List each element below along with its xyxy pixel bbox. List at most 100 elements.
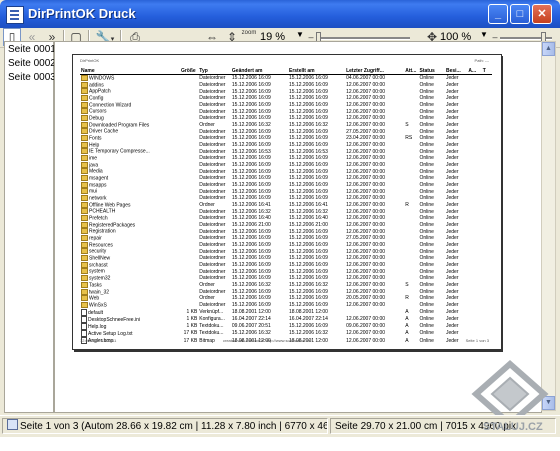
status-bar: Seite 1 von 3 (Autom 28.66 x 19.82 cm | …: [0, 415, 560, 438]
table-cell: 12.06.2007 00:00: [346, 241, 386, 248]
table-cell: 12.06.2007 00:00: [346, 221, 386, 228]
table-cell: 15.12.2006 16:09: [289, 195, 328, 202]
table-cell: Dateiordner: [199, 195, 226, 202]
table-cell: DesktopSchneeFree.ini: [80, 315, 180, 323]
table-cell: [180, 275, 198, 282]
scroll-up-button[interactable]: ▲: [542, 42, 555, 56]
table-cell: Dateiordner: [199, 288, 226, 295]
table-cell: Dateiordner: [199, 101, 226, 108]
page-list-item[interactable]: Seite 0002: [5, 56, 56, 70]
table-cell: [404, 228, 418, 235]
table-cell: [482, 289, 492, 296]
table-cell: 15.12.2006 16:40: [289, 215, 328, 222]
table-cell: srchasst: [80, 261, 180, 269]
page-zoom-dropdown-arrow[interactable]: ▼: [480, 30, 488, 39]
close-button[interactable]: ✕: [532, 4, 552, 24]
zoom-dropdown-arrow[interactable]: ▼: [296, 30, 304, 39]
page-list-item[interactable]: Seite 0001: [5, 42, 56, 56]
page-footer-left: 12.06.2007 13:23:11: [80, 338, 117, 343]
table-cell: Online: [419, 188, 434, 195]
table-cell: 15.12.2006 16:32: [289, 208, 328, 215]
table-row: system Dateiordner 15.12.2006 16:09 15.12.2…: [80, 268, 492, 275]
table-cell: 15.12.2006 16:09: [231, 235, 271, 242]
folder-icon: [81, 141, 88, 148]
watermark-text: STALUJ.CZ: [483, 421, 543, 433]
table-cell: 15.12.2006 16:09: [289, 228, 328, 235]
table-cell: RegisteredPackages: [80, 221, 180, 229]
minimize-icon: _: [494, 8, 502, 20]
table-cell: 12.06.2007 00:00: [346, 228, 386, 235]
table-cell: Web: [80, 295, 180, 302]
table-cell: R: [405, 201, 409, 208]
table-cell: [467, 289, 481, 296]
table-cell: 15.12.2006 16:09: [289, 75, 328, 82]
table-row: WINDOWS Dateiordner 15.12.2006 16:09 15.12.…: [80, 75, 492, 82]
table-cell: [467, 222, 481, 229]
table-cell: 12.06.2007 00:00: [346, 208, 386, 215]
table-cell: 15.12.2006 16:09: [289, 88, 328, 95]
table-cell: [180, 255, 198, 262]
table-cell: [467, 275, 481, 282]
table-cell: Jeder: [446, 101, 459, 108]
table-cell: Jeder: [446, 195, 459, 202]
table-cell: 12.06.2007 00:00: [346, 195, 386, 202]
table-cell: 15.12.2006 16:09: [289, 323, 328, 330]
table-cell: [482, 330, 492, 337]
table-cell: [482, 88, 492, 95]
table-cell: 15.12.2006 16:09: [231, 275, 271, 282]
table-cell: Debug: [80, 115, 180, 122]
page-list-item[interactable]: Seite 0003: [5, 70, 56, 84]
table-cell: S: [405, 121, 409, 128]
table-row: java Dateiordner 15.12.2006 16:09 15.12.200…: [80, 161, 492, 169]
file-icon: [81, 315, 87, 323]
table-cell: Dateiordner: [199, 208, 226, 215]
folder-icon: [81, 288, 88, 295]
table-cell: [180, 268, 198, 275]
table-cell: Dateiordner: [199, 175, 226, 182]
folder-icon: [81, 148, 88, 155]
folder-icon: [81, 168, 88, 175]
table-cell: [404, 148, 418, 155]
table-cell: [180, 222, 198, 229]
table-cell: WinSxS: [80, 301, 180, 309]
table-cell: Jeder: [446, 281, 459, 288]
table-cell: Jeder: [446, 155, 459, 162]
maximize-button[interactable]: □: [510, 4, 530, 24]
table-cell: [467, 102, 481, 109]
table-cell: 15.12.2006 16:09: [289, 135, 328, 142]
table-cell: [404, 115, 418, 122]
table-cell: 12.06.2007 00:00: [346, 181, 386, 188]
table-cell: S: [405, 281, 409, 288]
table-row: IE Temporary Compresse... Dateiordner 15.1…: [80, 148, 492, 155]
table-cell: Jeder: [446, 308, 459, 315]
table-row: Registration Dateiordner 15.12.2006 16:09 1…: [80, 228, 492, 235]
table-cell: 15.12.2006 16:09: [231, 135, 271, 142]
table-cell: [180, 142, 198, 149]
table-cell: [467, 188, 481, 195]
table-cell: [467, 202, 481, 209]
table-cell: Jeder: [446, 115, 459, 122]
table-cell: 12.06.2007 00:00: [346, 108, 386, 115]
table-row: Offline Web Pages Ordner 15.12.2006 16:41 1…: [80, 201, 492, 209]
table-cell: [467, 302, 481, 309]
table-cell: Online: [419, 195, 434, 202]
table-cell: Dateiordner: [199, 148, 226, 155]
table-row: repair Dateiordner 15.12.2006 16:09 15.12.2…: [80, 235, 492, 242]
table-cell: [404, 108, 418, 115]
table-cell: Dateiordner: [199, 275, 226, 282]
print-preview-window: DirPrintOK Druck _ □ ✕ ▯ « » ▢ 🔧▾ ⎙ ⇔ ⇕ …: [0, 0, 560, 451]
table-cell: Online: [419, 330, 434, 337]
table-row: ime Dateiordner 15.12.2006 16:09 15.12.2006…: [80, 155, 492, 162]
table-cell: Online: [419, 337, 434, 344]
table-cell: [467, 268, 481, 275]
folder-icon: [81, 128, 88, 135]
table-cell: 15.12.2006 16:09: [231, 108, 271, 115]
table-cell: Prefetch: [80, 215, 180, 222]
table-cell: 12.06.2007 00:00: [346, 215, 386, 222]
table-cell: [404, 162, 418, 169]
table-cell: 15.12.2006 16:09: [289, 95, 328, 102]
folder-icon: [81, 95, 88, 102]
table-cell: [467, 162, 481, 169]
zoom-slider-track[interactable]: [316, 37, 410, 40]
minimize-button[interactable]: _: [488, 4, 508, 24]
